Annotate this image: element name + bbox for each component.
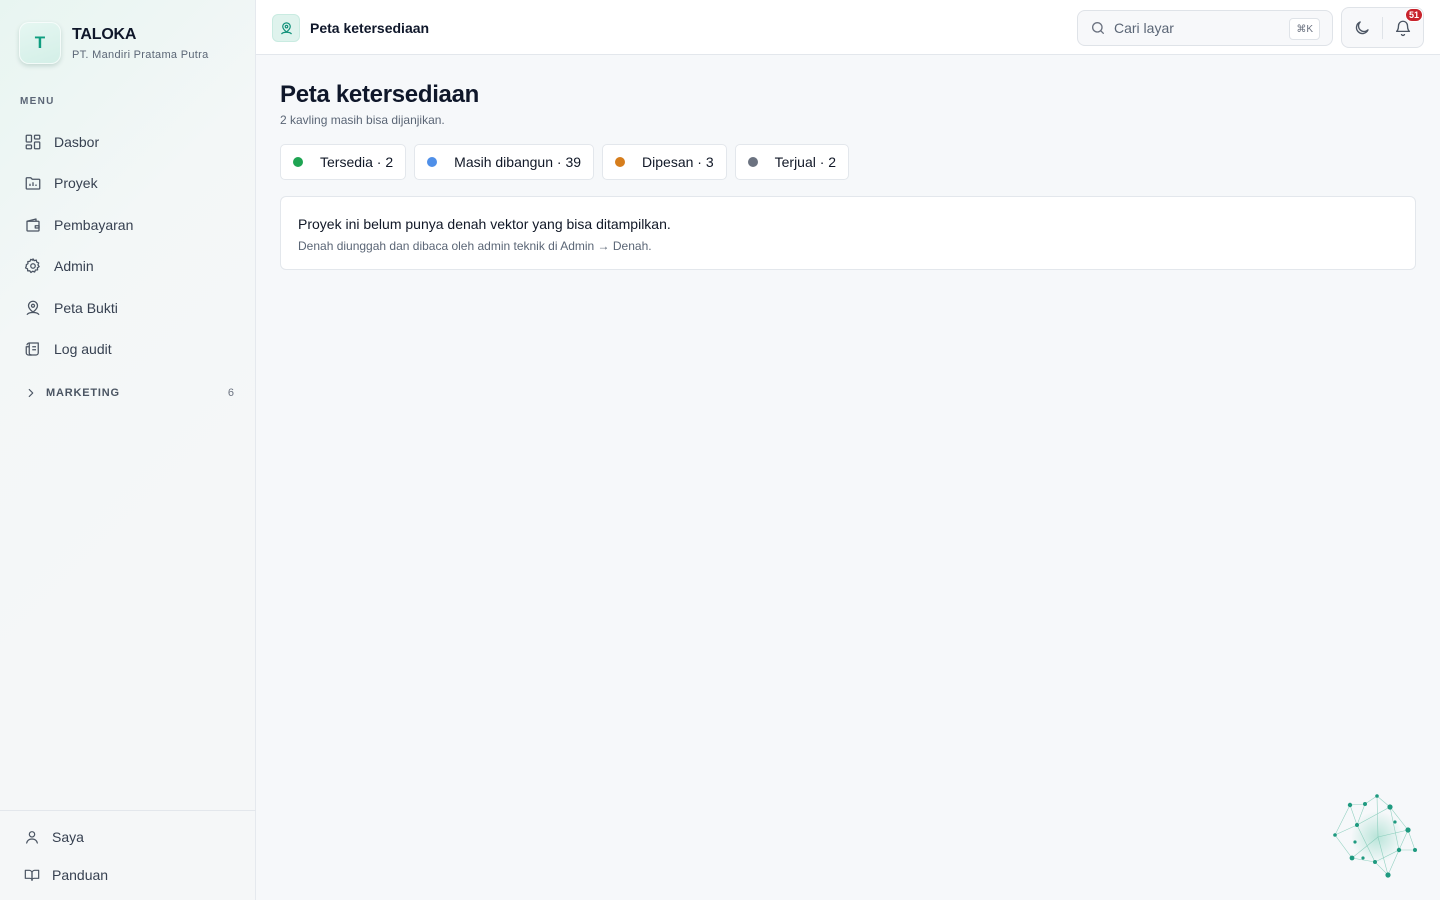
topbar: Peta ketersediaan ⌘K 51 bbox=[256, 0, 1440, 55]
sidebar-item-label: Log audit bbox=[54, 341, 112, 358]
network-graphic-icon bbox=[1330, 792, 1420, 882]
wallet-icon bbox=[24, 216, 42, 234]
sidebar-item-label: Panduan bbox=[52, 867, 109, 883]
gear-icon bbox=[24, 257, 42, 275]
search-icon bbox=[1090, 20, 1106, 36]
legend-chip-dipesan[interactable]: Dipesan · 3 bbox=[602, 144, 727, 180]
brand-name: TALOKA bbox=[72, 25, 137, 43]
group-count: 6 bbox=[227, 387, 234, 399]
legend-label: Terjual · 2 bbox=[774, 154, 837, 170]
breadcrumb: Peta ketersediaan bbox=[272, 14, 429, 42]
sidebar-item-label: Pembayaran bbox=[54, 216, 134, 233]
map-pin-user-icon bbox=[24, 299, 42, 317]
legend-chip-tersedia[interactable]: Tersedia · 2 bbox=[280, 144, 407, 180]
status-dot bbox=[293, 157, 303, 167]
user-icon bbox=[24, 829, 40, 845]
status-dot bbox=[427, 157, 438, 167]
sidebar: T TALOKA PT. Mandiri Pratama Putra MENU … bbox=[0, 0, 256, 900]
theme-toggle-button[interactable] bbox=[1342, 7, 1382, 48]
sidebar-group-marketing[interactable]: MARKETING 6 bbox=[24, 386, 234, 400]
sidebar-item-dasbor[interactable]: Dasbor bbox=[12, 121, 244, 163]
sidebar-item-label: Proyek bbox=[54, 175, 98, 192]
sidebar-item-log-audit[interactable]: Log audit bbox=[12, 329, 244, 371]
book-icon bbox=[24, 867, 40, 883]
topbar-title: Peta ketersediaan bbox=[310, 20, 430, 36]
menu-heading: MENU bbox=[20, 96, 55, 107]
legend-label: Tersedia · 2 bbox=[320, 154, 394, 170]
chevron-right-icon bbox=[24, 386, 38, 400]
search-input[interactable] bbox=[1114, 20, 1284, 36]
sidebar-nav: Dasbor Proyek Pembayaran Admin Peta Bukt… bbox=[12, 121, 244, 370]
sidebar-item-label: Saya bbox=[52, 829, 84, 845]
notice-description: Denah diunggah dan dibaca oleh admin tek… bbox=[298, 239, 652, 253]
page-title: Peta ketersediaan bbox=[280, 81, 480, 108]
legend-chip-masih-dibangun[interactable]: Masih dibangun · 39 bbox=[414, 144, 595, 180]
dashboard-icon bbox=[24, 133, 42, 151]
sidebar-item-label: Admin bbox=[54, 258, 94, 275]
status-dot bbox=[615, 157, 626, 167]
sidebar-item-label: Dasbor bbox=[54, 133, 100, 150]
legend-label: Masih dibangun · 39 bbox=[454, 154, 582, 170]
page-subtitle: 2 kavling masih bisa dijanjikan. bbox=[280, 113, 445, 127]
folder-icon bbox=[24, 174, 42, 192]
moon-icon bbox=[1353, 19, 1371, 37]
sidebar-item-peta-bukti[interactable]: Peta Bukti bbox=[12, 287, 244, 329]
sidebar-item-panduan[interactable]: Panduan bbox=[12, 857, 244, 893]
company-name: PT. Mandiri Pratama Putra bbox=[72, 48, 209, 61]
legend-chip-terjual[interactable]: Terjual · 2 bbox=[734, 144, 850, 180]
sidebar-footer: Saya Panduan bbox=[0, 810, 256, 900]
group-label: MARKETING bbox=[46, 387, 120, 399]
search-box[interactable]: ⌘K bbox=[1077, 10, 1333, 46]
empty-map-notice: Proyek ini belum punya denah vektor yang… bbox=[280, 196, 1416, 270]
brand-logo: T bbox=[19, 22, 61, 64]
sidebar-item-label: Peta Bukti bbox=[54, 299, 118, 316]
sidebar-item-pembayaran[interactable]: Pembayaran bbox=[12, 204, 244, 246]
notice-title: Proyek ini belum punya denah vektor yang… bbox=[298, 216, 671, 232]
scroll-icon bbox=[24, 340, 42, 358]
shortcut-hint: ⌘K bbox=[1289, 18, 1320, 40]
map-pin-user-icon bbox=[272, 14, 300, 42]
sidebar-item-admin[interactable]: Admin bbox=[12, 246, 244, 288]
sidebar-item-saya[interactable]: Saya bbox=[12, 819, 244, 855]
status-dot bbox=[747, 157, 758, 167]
legend-label: Dipesan · 3 bbox=[642, 154, 714, 170]
brand[interactable]: T TALOKA PT. Mandiri Pratama Putra bbox=[19, 22, 209, 64]
topbar-actions: 51 bbox=[1341, 7, 1424, 48]
status-legend: Tersedia · 2 Masih dibangun · 39 Dipesan… bbox=[280, 144, 857, 180]
notification-badge: 51 bbox=[1404, 8, 1423, 22]
notifications-button[interactable]: 51 bbox=[1383, 7, 1423, 48]
sidebar-item-proyek[interactable]: Proyek bbox=[12, 163, 244, 205]
